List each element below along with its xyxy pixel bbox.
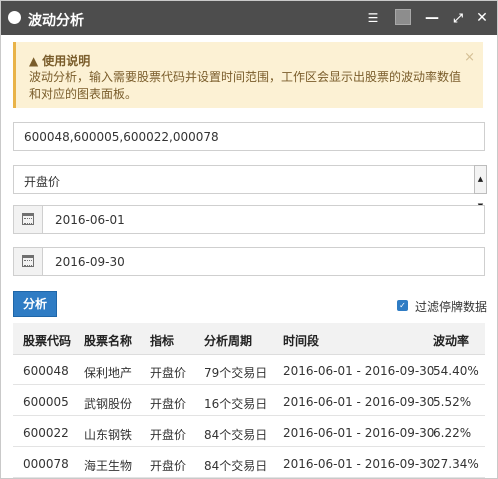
header-volatility: 波动率 [433, 334, 470, 348]
settings-icon[interactable]: ☰ [364, 8, 382, 28]
calendar-icon [22, 255, 34, 267]
cell-stock-code: 600005 [23, 395, 69, 409]
cell-time-range: 2016-06-01 - 2016-09-30 [283, 395, 435, 409]
alert-heading-text: 使用说明 [42, 54, 91, 68]
alert-close-icon[interactable]: × [464, 50, 475, 65]
end-date-field[interactable]: 2016-09-30 [13, 247, 485, 276]
table-header: 股票代码 股票名称 指标 分析周期 时间段 波动率 [13, 323, 485, 355]
square-icon[interactable] [395, 9, 411, 25]
cell-time-range: 2016-06-01 - 2016-09-30 [283, 457, 435, 471]
window-status-icon [8, 11, 21, 24]
cell-volatility: 54.40% [433, 364, 479, 378]
stock-codes-input[interactable]: 600048,600005,600022,000078 [13, 122, 485, 151]
header-stock-name: 股票名称 [84, 334, 133, 348]
analyze-button[interactable]: 分析 [13, 291, 57, 317]
header-indicator: 指标 [150, 334, 175, 348]
start-date-field[interactable]: 2016-06-01 [13, 205, 485, 234]
cell-time-range: 2016-06-01 - 2016-09-30 [283, 426, 435, 440]
calendar-icon [22, 213, 34, 225]
cell-period: 84个交易日 [204, 428, 268, 442]
table-row[interactable]: 600005 武钢股份 开盘价 16个交易日 2016-06-01 - 2016… [13, 386, 485, 416]
filter-suspended-label: 过滤停牌数据 [415, 300, 488, 314]
cell-stock-code: 000078 [23, 457, 69, 471]
table-row[interactable]: 600048 保利地产 开盘价 79个交易日 2016-06-01 - 2016… [13, 355, 485, 385]
cell-stock-name: 山东钢铁 [84, 428, 133, 442]
cell-indicator: 开盘价 [150, 397, 187, 411]
usage-alert: ▲ 使用说明 波动分析，输入需要股票代码并设置时间范围，工作区会显示出股票的波动率… [13, 42, 483, 108]
table-row[interactable]: 600022 山东钢铁 开盘价 84个交易日 2016-06-01 - 2016… [13, 417, 485, 447]
window-title: 波动分析 [28, 13, 84, 29]
cell-stock-name: 保利地产 [84, 366, 133, 380]
indicator-select[interactable]: 开盘价 ▲▼ [13, 165, 487, 210]
cell-volatility: 6.22% [433, 426, 472, 440]
cell-stock-code: 600022 [23, 426, 69, 440]
title-bar[interactable]: 波动分析 ☰ — ⤢ ✕ [1, 1, 497, 35]
expand-icon[interactable]: ⤢ [450, 8, 466, 28]
cell-time-range: 2016-06-01 - 2016-09-30 [283, 364, 435, 378]
warning-icon: ▲ [29, 54, 39, 68]
alert-heading: ▲ 使用说明 [29, 52, 90, 69]
calendar-button[interactable] [14, 248, 43, 275]
cell-indicator: 开盘价 [150, 366, 187, 380]
cell-volatility: 5.52% [433, 395, 472, 409]
calendar-button[interactable] [14, 206, 43, 233]
cell-stock-name: 海王生物 [84, 459, 133, 473]
header-period: 分析周期 [204, 334, 253, 348]
start-date-value: 2016-06-01 [55, 213, 125, 227]
cell-indicator: 开盘价 [150, 459, 187, 473]
header-time-range: 时间段 [283, 334, 320, 348]
stock-codes-value: 600048,600005,600022,000078 [24, 130, 219, 144]
header-stock-code: 股票代码 [23, 334, 72, 348]
cell-period: 84个交易日 [204, 459, 268, 473]
minimize-icon[interactable]: — [425, 8, 439, 28]
cell-period: 16个交易日 [204, 397, 268, 411]
cell-indicator: 开盘价 [150, 428, 187, 442]
cell-volatility: 27.34% [433, 457, 479, 471]
cell-period: 79个交易日 [204, 366, 268, 380]
checkbox-checked-icon[interactable]: ✓ [397, 300, 408, 311]
dropdown-arrow-icon[interactable]: ▲▼ [474, 165, 487, 210]
close-icon[interactable]: ✕ [475, 8, 489, 28]
end-date-value: 2016-09-30 [55, 255, 125, 269]
cell-stock-name: 武钢股份 [84, 397, 133, 411]
alert-body: 波动分析，输入需要股票代码并设置时间范围，工作区会显示出股票的波动率数值和对应的… [29, 70, 462, 101]
volatility-analysis-window: 波动分析 ☰ — ⤢ ✕ ▲ 使用说明 波动分析，输入需要股票代码并设置时间范围，… [0, 0, 498, 479]
indicator-selected-value: 开盘价 [24, 175, 61, 189]
cell-stock-code: 600048 [23, 364, 69, 378]
table-row[interactable]: 000078 海王生物 开盘价 84个交易日 2016-06-01 - 2016… [13, 448, 485, 478]
